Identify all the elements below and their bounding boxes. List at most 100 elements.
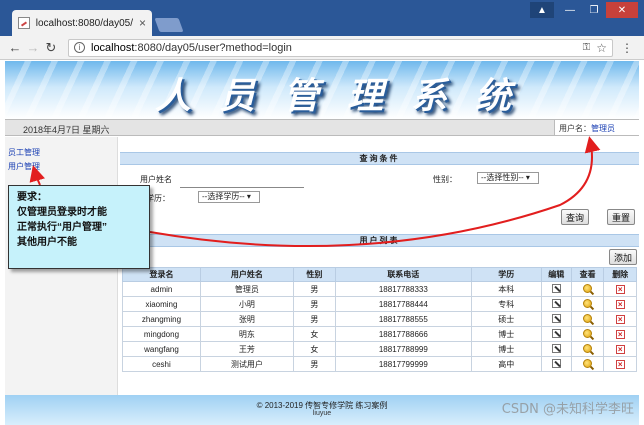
key-icon[interactable]: ⚿ (583, 42, 591, 53)
education-cell: 博士 (470, 341, 542, 357)
column-header: 删除 (603, 267, 637, 282)
name-label: 用户姓名 (140, 175, 172, 184)
add-user-button[interactable]: 添加 (609, 249, 637, 265)
maximize-icon[interactable]: ❐ (582, 2, 606, 18)
gender-cell: 男 (292, 311, 336, 327)
new-tab-button[interactable] (154, 18, 184, 32)
name-cell: 王芳 (199, 341, 294, 357)
table-row: admin 管理员 男 18817788333 本科 × (122, 281, 637, 297)
phone-cell: 18817788666 (334, 326, 472, 342)
tab-close-icon[interactable]: × (139, 16, 146, 30)
edit-icon[interactable] (551, 298, 561, 308)
address-bar[interactable]: i localhost:8080/day05/user?method=login… (68, 38, 613, 57)
education-select[interactable]: --选择学历-- ▾ (198, 191, 260, 203)
watermark: CSDN @未知科学李旺 (501, 402, 634, 417)
column-header: 联系电话 (334, 267, 472, 282)
callout-line: 其他用户不能 (17, 237, 77, 248)
education-cell: 高中 (470, 356, 542, 372)
delete-icon[interactable]: × (615, 299, 625, 309)
login-cell: ceshi (122, 356, 201, 372)
login-cell: wangfang (122, 341, 201, 357)
profile-icon[interactable]: ▲ (530, 2, 554, 18)
table-row: xiaoming 小明 男 18817788444 专科 × (122, 296, 637, 312)
gender-cell: 男 (292, 356, 336, 372)
edit-icon[interactable] (551, 328, 561, 338)
delete-icon[interactable]: × (615, 314, 625, 324)
forward-icon[interactable]: → (24, 40, 42, 55)
callout-line: 仅管理员登录时才能 (17, 207, 107, 218)
view-icon[interactable] (583, 343, 593, 353)
current-date: 2018年4月7日 星期六 (23, 125, 110, 135)
edit-icon[interactable] (551, 343, 561, 353)
gender-select[interactable]: --选择性别-- ▾ (477, 172, 539, 184)
login-cell: mingdong (122, 326, 201, 342)
phone-cell: 18817799999 (334, 356, 472, 372)
edit-icon[interactable] (551, 313, 561, 323)
edit-icon[interactable] (551, 283, 561, 293)
education-cell: 本科 (470, 281, 542, 297)
delete-icon[interactable]: × (615, 284, 625, 294)
browser-menu-icon[interactable]: ⋮ (621, 41, 633, 55)
browser-tab[interactable]: localhost:8080/day05/ × (12, 10, 152, 36)
minimize-icon[interactable]: — (558, 2, 582, 18)
name-cell: 测试用户 (199, 356, 294, 372)
reload-icon[interactable]: ↻ (42, 40, 60, 56)
gender-cell: 女 (292, 326, 336, 342)
page-favicon-icon (18, 17, 30, 29)
user-label: 用户名： (559, 124, 591, 133)
name-cell: 明东 (199, 326, 294, 342)
name-field[interactable] (180, 177, 304, 188)
delete-icon[interactable]: × (615, 329, 625, 339)
phone-cell: 18817788555 (334, 311, 472, 327)
education-cell: 专科 (470, 296, 542, 312)
user-info: 用户名：管理员 (554, 120, 639, 135)
name-cell: 管理员 (199, 281, 294, 297)
education-cell: 硕士 (470, 311, 542, 327)
table-row: mingdong 明东 女 18817788666 博士 × (122, 326, 637, 342)
phone-cell: 18817788444 (334, 296, 472, 312)
column-header: 性别 (292, 267, 336, 282)
gender-label: 性别： (433, 175, 457, 184)
bookmark-star-icon[interactable]: ☆ (596, 41, 607, 55)
page-banner: 人员管理系统 (5, 61, 639, 119)
browser-toolbar: ← → ↻ i localhost:8080/day05/user?method… (0, 36, 644, 60)
window-controls: ▲ — ❐ ✕ (530, 2, 638, 18)
gender-cell: 男 (292, 296, 336, 312)
table-row: zhangming 张明 男 18817788555 硕士 × (122, 311, 637, 327)
view-icon[interactable] (583, 313, 593, 323)
login-cell: zhangming (122, 311, 201, 327)
system-title: 人员管理系统 (155, 75, 540, 117)
sidebar-item-employee-management[interactable]: 员工管理 (8, 147, 117, 158)
reset-button[interactable]: 重置 (607, 209, 635, 225)
tab-title: localhost:8080/day05/ (35, 17, 133, 29)
view-icon[interactable] (583, 328, 593, 338)
search-button[interactable]: 查询 (561, 209, 589, 225)
user-name: 管理员 (591, 124, 615, 133)
view-icon[interactable] (583, 358, 593, 368)
user-list-title: 用户列表 (120, 234, 639, 247)
view-icon[interactable] (583, 298, 593, 308)
back-icon[interactable]: ← (6, 40, 24, 55)
delete-icon[interactable]: × (615, 359, 625, 369)
column-header: 查看 (570, 267, 605, 282)
login-cell: admin (122, 281, 201, 297)
address-url[interactable]: localhost:8080/day05/user?method=login (91, 42, 579, 54)
delete-icon[interactable]: × (615, 344, 625, 354)
table-row: ceshi 测试用户 男 18817799999 高中 × (122, 356, 637, 372)
close-window-icon[interactable]: ✕ (606, 2, 638, 18)
date-bar: 2018年4月7日 星期六 用户名：管理员 (5, 119, 639, 136)
site-info-icon[interactable]: i (74, 42, 85, 53)
view-icon[interactable] (583, 283, 593, 293)
column-header: 用户姓名 (199, 267, 294, 282)
callout-line: 要求： (17, 192, 47, 203)
column-header: 编辑 (540, 267, 572, 282)
education-cell: 博士 (470, 326, 542, 342)
edit-icon[interactable] (551, 358, 561, 368)
column-header: 登录名 (122, 267, 201, 282)
query-section-title: 查询条件 (120, 152, 639, 165)
main-content: 查询条件 用户姓名 性别： --选择性别-- ▾ 学历： --选择学历-- ▾ … (120, 137, 639, 395)
sidebar-item-user-management[interactable]: 用户管理 (8, 161, 117, 172)
gender-cell: 女 (292, 341, 336, 357)
phone-cell: 18817788333 (334, 281, 472, 297)
table-header-row: 登录名 用户姓名 性别 联系电话 学历 编辑 查看 删除 (122, 267, 637, 282)
